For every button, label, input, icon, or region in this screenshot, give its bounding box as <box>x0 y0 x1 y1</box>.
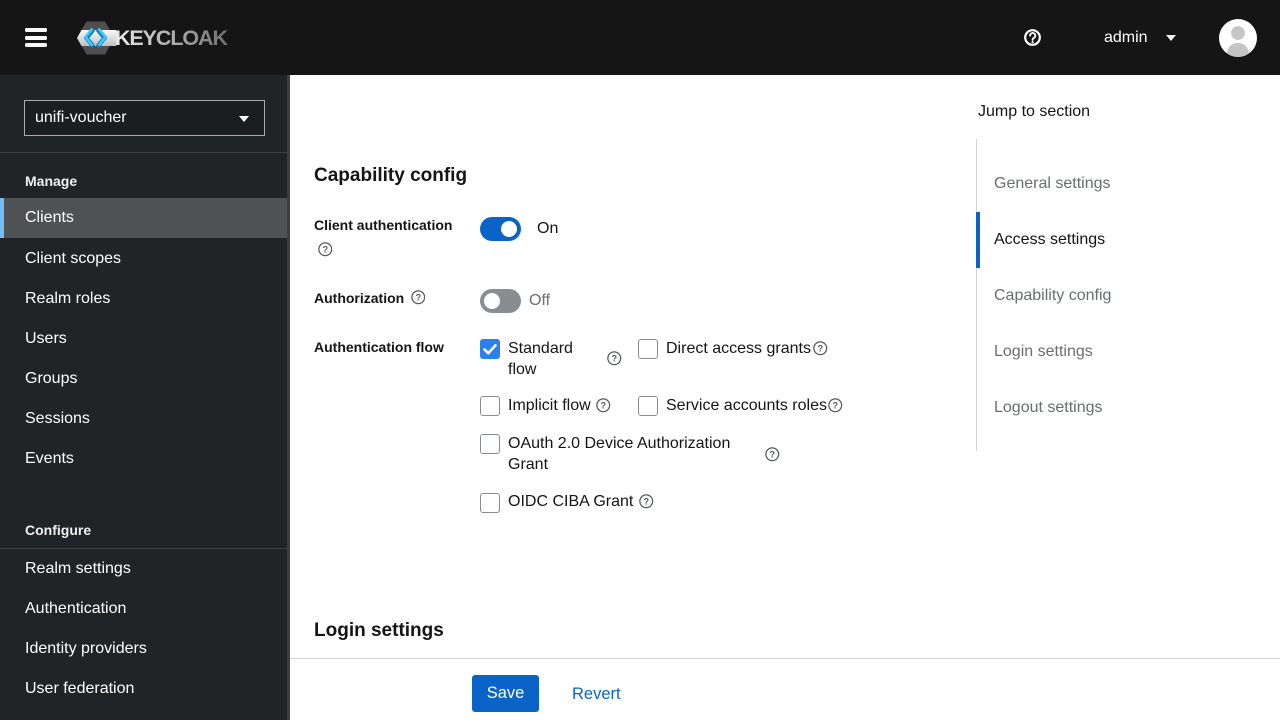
svg-text:KEYCLOAK: KEYCLOAK <box>115 26 228 50</box>
svg-text:?: ? <box>817 343 823 353</box>
svg-text:?: ? <box>643 496 649 506</box>
svg-text:?: ? <box>611 353 617 363</box>
svg-text:?: ? <box>415 292 421 302</box>
svg-text:?: ? <box>769 449 775 459</box>
svg-text:?: ? <box>600 400 606 410</box>
svg-text:?: ? <box>322 244 328 254</box>
svg-text:?: ? <box>832 400 838 410</box>
